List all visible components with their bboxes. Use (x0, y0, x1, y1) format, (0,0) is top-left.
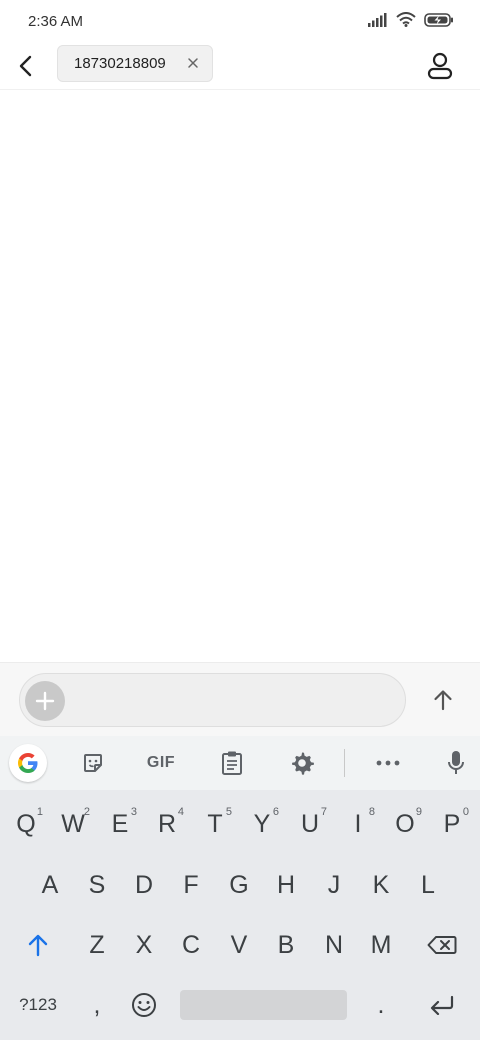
toolbar-divider (344, 749, 345, 777)
key-x[interactable]: X (121, 919, 167, 971)
add-attachment-button[interactable] (25, 681, 65, 721)
key-a[interactable]: A (27, 859, 73, 911)
symbols-key[interactable]: ?123 (6, 979, 70, 1031)
shift-arrow-icon (28, 934, 48, 957)
key-h[interactable]: H (263, 859, 309, 911)
key-p[interactable]: P0 (429, 798, 475, 850)
key-s[interactable]: S (74, 859, 120, 911)
recipient-number: 18730218809 (74, 55, 166, 72)
message-input[interactable] (19, 673, 406, 727)
backspace-icon (427, 936, 457, 954)
keyboard: Q1 W2 E3 R4 T5 Y6 U7 I8 O9 P0 A S D F G … (0, 790, 480, 1040)
clipboard-button[interactable] (217, 748, 247, 778)
google-search-button[interactable] (9, 744, 47, 782)
gif-button[interactable]: GIF (141, 748, 181, 778)
gif-label: GIF (146, 754, 176, 771)
settings-button[interactable] (287, 748, 317, 778)
key-e[interactable]: E3 (97, 798, 143, 850)
plus-icon (35, 691, 55, 711)
back-button[interactable] (10, 50, 42, 82)
key-d[interactable]: D (121, 859, 167, 911)
key-q[interactable]: Q1 (3, 798, 49, 850)
recipient-chip[interactable]: 18730218809 (57, 45, 213, 82)
enter-key[interactable] (416, 979, 468, 1031)
message-area (0, 91, 480, 662)
google-icon (18, 753, 38, 773)
key-j[interactable]: J (311, 859, 357, 911)
key-m[interactable]: M (358, 919, 404, 971)
key-r[interactable]: R4 (144, 798, 190, 850)
status-time: 2:36 AM (28, 13, 84, 30)
key-u[interactable]: U7 (287, 798, 333, 850)
clipboard-icon (222, 751, 242, 775)
key-n[interactable]: N (311, 919, 357, 971)
keyboard-toolbar: GIF (0, 736, 480, 790)
key-v[interactable]: V (216, 919, 262, 971)
conversation-header: 18730218809 (0, 42, 480, 90)
voice-input-button[interactable] (441, 748, 471, 778)
person-icon (427, 52, 453, 80)
arrow-up-icon (434, 690, 452, 711)
signal-icon (368, 12, 387, 27)
space-key[interactable] (180, 990, 347, 1020)
battery-charging-icon (424, 12, 453, 27)
key-y[interactable]: Y6 (239, 798, 285, 850)
emoji-icon (132, 993, 156, 1017)
key-i[interactable]: I8 (335, 798, 381, 850)
key-o[interactable]: O9 (382, 798, 428, 850)
sticker-button[interactable] (78, 748, 108, 778)
key-z[interactable]: Z (74, 919, 120, 971)
key-c[interactable]: C (168, 919, 214, 971)
mic-icon (448, 751, 464, 774)
compose-bar (0, 662, 480, 736)
back-arrow-icon (19, 55, 32, 77)
more-icon (376, 760, 400, 766)
key-f[interactable]: F (168, 859, 214, 911)
enter-icon (430, 995, 454, 1015)
status-icons (368, 12, 454, 27)
key-t[interactable]: T5 (192, 798, 238, 850)
shift-key[interactable] (14, 919, 62, 971)
sticker-icon (84, 754, 102, 772)
gear-icon (292, 752, 314, 775)
key-g[interactable]: G (216, 859, 262, 911)
backspace-key[interactable] (416, 919, 468, 971)
key-w[interactable]: W2 (50, 798, 96, 850)
contact-button[interactable] (422, 48, 458, 84)
send-button[interactable] (430, 687, 456, 713)
close-icon[interactable] (186, 56, 200, 70)
emoji-key[interactable] (121, 979, 167, 1031)
key-l[interactable]: L (405, 859, 451, 911)
more-button[interactable] (373, 748, 403, 778)
key-b[interactable]: B (263, 919, 309, 971)
period-key[interactable]: . (358, 979, 404, 1031)
comma-key[interactable]: , (74, 979, 120, 1031)
status-bar: 2:36 AM (0, 0, 480, 42)
wifi-icon (396, 12, 416, 27)
key-k[interactable]: K (358, 859, 404, 911)
